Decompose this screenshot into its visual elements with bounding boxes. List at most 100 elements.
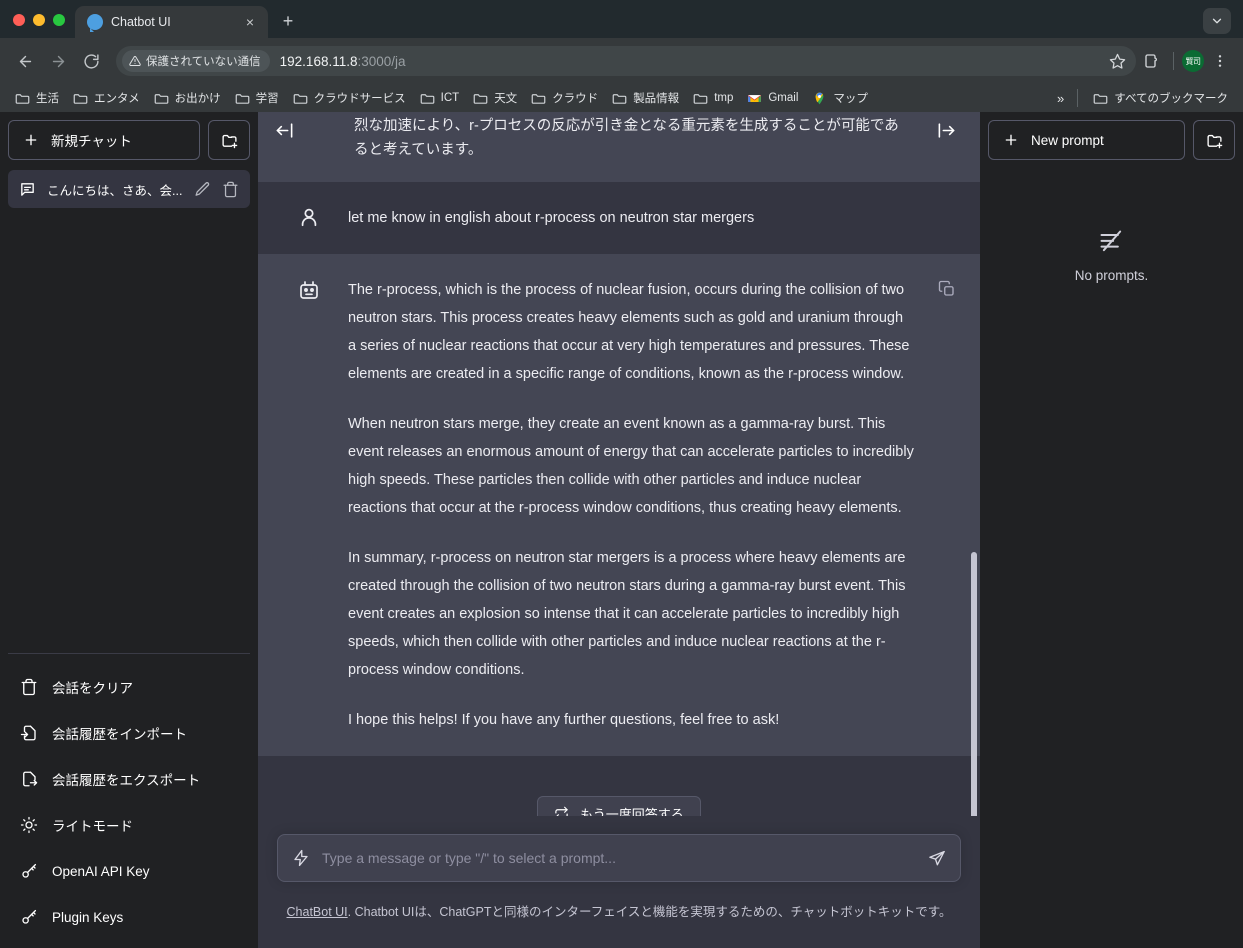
window-traffic-lights (0, 14, 75, 38)
bolt-icon[interactable] (292, 849, 310, 867)
avatar[interactable]: 賢司 (1182, 50, 1204, 72)
sidebar-item-export-history[interactable]: 会話履歴をエクスポート (8, 756, 250, 802)
bookmarks-overflow-icon[interactable]: » (1052, 91, 1069, 106)
bookmark-item[interactable]: お出かけ (147, 87, 228, 109)
chat-message-list[interactable]: 烈な加速により、r-プロセスの反応が引き金となる重元素を生成することが可能であ … (258, 112, 980, 816)
folder-icon (293, 93, 307, 104)
sidebar-item-label: OpenAI API Key (52, 863, 150, 879)
bookmark-item[interactable]: クラウドサービス (286, 87, 413, 109)
collapse-left-sidebar-button[interactable] (270, 116, 298, 144)
sidebar-item-openai-api-key[interactable]: OpenAI API Key (8, 848, 250, 894)
bookmark-item[interactable]: マップ (805, 87, 875, 109)
bookmark-item[interactable]: 天文 (466, 87, 524, 109)
clipped-line: 烈な加速により、r-プロセスの反応が引き金となる重元素を生成することが可能であ (354, 112, 956, 136)
folder-icon (420, 93, 434, 104)
sidebar-item-import-history[interactable]: 会話履歴をインポート (8, 710, 250, 756)
bookmark-item[interactable]: クラウド (524, 87, 605, 109)
sidebar-item-plugin-keys[interactable]: Plugin Keys (8, 894, 250, 940)
copy-icon[interactable] (938, 280, 956, 298)
back-icon[interactable] (10, 46, 40, 76)
bookmark-item[interactable]: 生活 (8, 87, 66, 109)
forward-icon[interactable] (43, 46, 73, 76)
chat-scrollbar[interactable] (971, 552, 977, 822)
chatbot-ui-app: 新規チャット こんにちは、さあ、会... 会話をクリア 会話履歴をインポート 会… (0, 112, 1243, 948)
right-sidebar: New prompt No prompts. (980, 112, 1243, 948)
folder-icon (612, 93, 627, 104)
message-input[interactable] (322, 850, 916, 866)
right-sidebar-header: New prompt (988, 120, 1235, 160)
folder-plus-icon (1206, 134, 1222, 148)
browser-menu-icon[interactable] (1207, 48, 1233, 74)
omnibox[interactable]: 保護されていない通信 192.168.11.8:3000/ja (116, 46, 1136, 76)
footer-note: ChatBot UI. Chatbot UIは、ChatGPTと同様のインターフ… (287, 901, 952, 920)
key-icon (22, 863, 37, 878)
bookmark-item[interactable]: 製品情報 (605, 87, 686, 109)
sidebar-item-label: ライトモード (52, 819, 133, 834)
bookmark-label: tmp (714, 92, 734, 104)
url-host: 192.168.11.8 (279, 53, 358, 69)
sun-icon (20, 816, 38, 834)
pencil-icon[interactable] (194, 181, 211, 198)
new-prompt-button[interactable]: New prompt (988, 120, 1185, 160)
bookmark-item[interactable]: tmp (686, 89, 740, 108)
chatbot-ui-link[interactable]: ChatBot UI (287, 905, 348, 919)
bookmark-item[interactable]: 学習 (228, 87, 286, 109)
bookmark-star-icon[interactable] (1104, 48, 1130, 74)
robot-icon (300, 281, 318, 299)
omnibox-url: 192.168.11.8:3000/ja (280, 54, 406, 69)
new-prompt-folder-button[interactable] (1193, 120, 1235, 160)
plus-icon (1005, 134, 1017, 146)
footer-text: . Chatbot UIは、ChatGPTと同様のインターフェイスと機能を実現す… (347, 905, 952, 919)
bookmark-label: お出かけ (174, 93, 221, 105)
new-tab-button[interactable]: + (274, 7, 302, 35)
file-import-icon (20, 725, 36, 741)
folder-icon (235, 93, 249, 104)
no-prompts-icon (1100, 230, 1121, 252)
gmail-icon (748, 94, 762, 102)
folder-icon (154, 93, 168, 104)
browser-tab-title: Chatbot UI (111, 15, 171, 29)
message-user: let me know in english about r-process o… (258, 182, 980, 254)
bookmark-label: 学習 (255, 93, 279, 105)
trash-icon[interactable] (222, 181, 239, 198)
new-chat-button[interactable]: 新規チャット (8, 120, 200, 160)
send-icon[interactable] (928, 849, 946, 867)
close-icon[interactable]: × (241, 13, 259, 31)
close-window-button[interactable] (13, 14, 25, 26)
chevron-down-icon[interactable] (1203, 8, 1231, 34)
new-prompt-label: New prompt (1031, 132, 1104, 148)
maximize-window-button[interactable] (53, 14, 65, 26)
new-chat-label: 新規チャット (51, 134, 132, 149)
new-folder-button[interactable] (208, 120, 250, 160)
message-paragraph: In summary, r-process on neutron star me… (348, 550, 906, 678)
bookmark-label: エンタメ (94, 93, 140, 105)
key-icon (22, 909, 37, 924)
collapse-left-icon (276, 122, 292, 138)
conversation-item[interactable]: こんにちは、さあ、会... (8, 170, 250, 208)
collapse-right-icon (938, 122, 954, 138)
message-paragraph: let me know in english about r-process o… (348, 210, 755, 226)
extensions-icon[interactable] (1139, 48, 1165, 74)
sidebar-item-clear-conversations[interactable]: 会話をクリア (8, 664, 250, 710)
bookmark-item[interactable]: Gmail (740, 89, 805, 108)
warning-triangle-icon (129, 55, 141, 66)
collapse-right-sidebar-button[interactable] (932, 116, 960, 144)
browser-tab[interactable]: Chatbot UI × (75, 6, 268, 38)
bookmark-item[interactable]: ICT (413, 89, 467, 108)
folder-icon (473, 93, 488, 104)
minimize-window-button[interactable] (33, 14, 45, 26)
message-composer[interactable] (277, 834, 961, 882)
trash-icon (21, 678, 37, 696)
bookmark-label: Gmail (768, 92, 799, 104)
bookmarks-divider (1077, 89, 1079, 107)
all-bookmarks-label: すべてのブックマーク (1114, 93, 1228, 105)
omnibox-right-icons (1104, 48, 1130, 74)
bookmark-label: 製品情報 (633, 93, 680, 105)
security-warning-chip[interactable]: 保護されていない通信 (122, 50, 270, 72)
all-bookmarks-button[interactable]: すべてのブックマーク (1086, 87, 1235, 109)
url-path: :3000/ja (357, 53, 406, 69)
reload-icon[interactable] (76, 46, 106, 76)
bookmark-item[interactable]: エンタメ (66, 87, 147, 109)
sidebar-item-light-mode[interactable]: ライトモード (8, 802, 250, 848)
